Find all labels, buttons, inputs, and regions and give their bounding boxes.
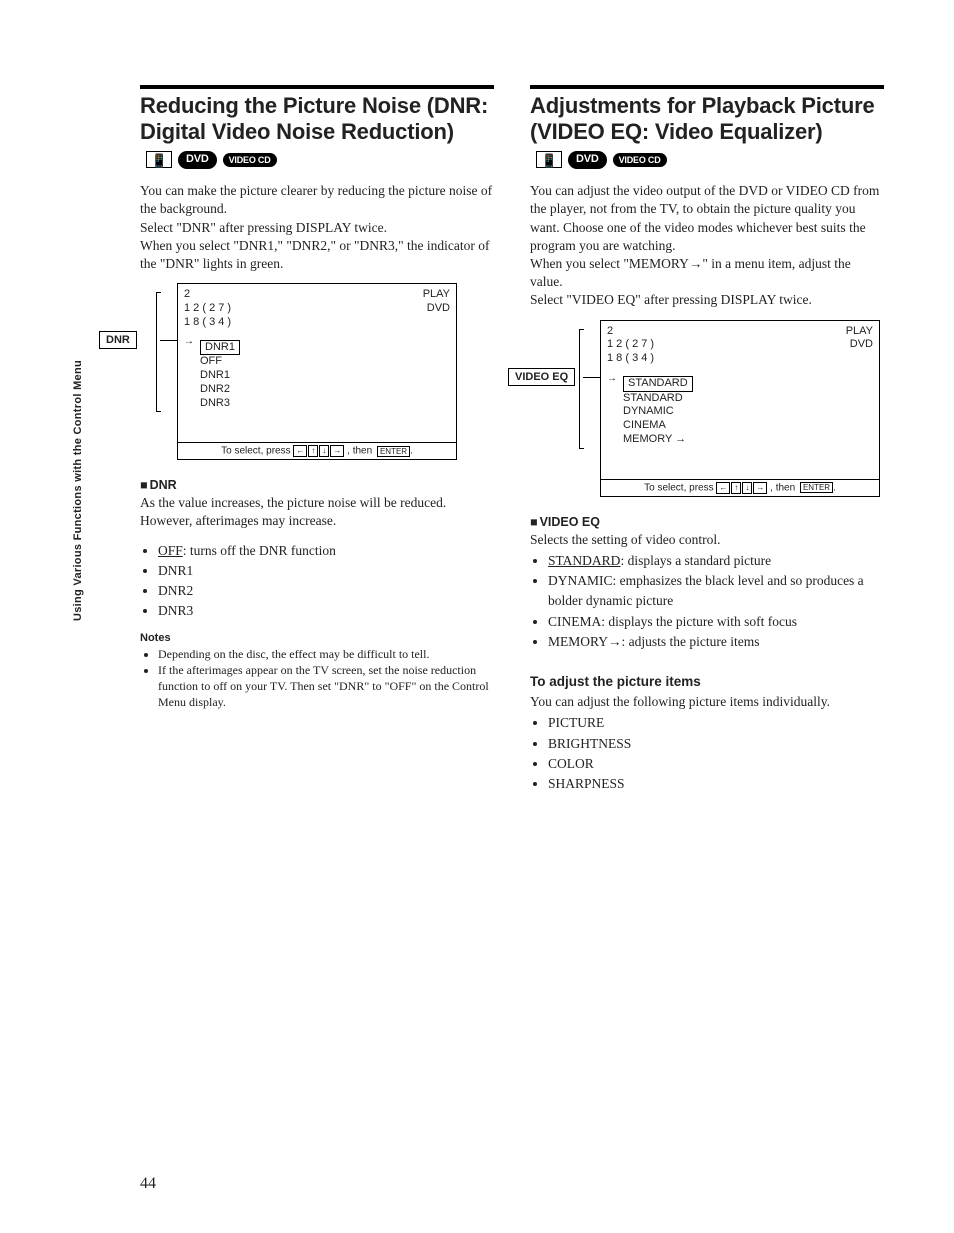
osd-counters: 2 1 2 ( 2 7 ) 1 8 ( 3 4 ) (184, 288, 231, 329)
note-item: Depending on the disc, the effect may be… (158, 646, 494, 662)
title-text: Adjustments for Playback Picture (VIDEO … (530, 93, 874, 144)
osd-footer-post: , then (347, 446, 375, 457)
osd-footer-pre: To select, press (644, 482, 716, 493)
section-rule (530, 85, 884, 89)
list-item: SHARPNESS (548, 774, 884, 794)
remote-icon: 📱 (536, 151, 562, 168)
media-badges: 📱 DVD VIDEO CD (536, 151, 667, 168)
section-rule (140, 85, 494, 89)
right-column: Adjustments for Playback Picture (VIDEO … (530, 85, 884, 804)
left-column: Reducing the Picture Noise (DNR: Digital… (140, 85, 494, 804)
notes-list: Depending on the disc, the effect may be… (140, 646, 494, 711)
content-columns: Reducing the Picture Noise (DNR: Digital… (140, 85, 884, 804)
osd-item: OFF (200, 355, 450, 369)
vcd-badge: VIDEO CD (613, 153, 667, 168)
osd-item: DNR2 (200, 383, 450, 397)
side-tab-label: Using Various Functions with the Control… (72, 360, 84, 621)
videoeq-intro: You can adjust the video output of the D… (530, 182, 884, 310)
list-item: PICTURE (548, 713, 884, 733)
osd-item: STANDARD (623, 376, 693, 392)
osd-footer: To select, press ←↑↓→ , then ENTER. (177, 443, 457, 460)
enter-key-icon: ENTER (800, 482, 833, 493)
osd-footer: To select, press ←↑↓→ , then ENTER. (600, 480, 880, 497)
osd-item: DYNAMIC (623, 405, 873, 419)
adjust-item-list: PICTURE BRIGHTNESS COLOR SHARPNESS (530, 713, 884, 794)
list-item: STANDARD: displays a standard picture (548, 551, 884, 571)
vcd-badge: VIDEO CD (223, 153, 277, 168)
osd-footer-post: , then (770, 482, 798, 493)
videoeq-subhead: VIDEO EQ (530, 515, 884, 529)
list-item: OFF: turns off the DNR function (158, 541, 494, 561)
list-item: DNR2 (158, 581, 494, 601)
dnr-sub-desc: As the value increases, the picture nois… (140, 494, 494, 530)
adjust-desc: You can adjust the following picture ite… (530, 693, 884, 711)
section-title-dnr: Reducing the Picture Noise (DNR: Digital… (140, 93, 494, 172)
osd-play: PLAY (423, 288, 450, 302)
videoeq-sub-desc: Selects the setting of video control. (530, 531, 884, 549)
list-item: DNR3 (158, 601, 494, 621)
list-item: COLOR (548, 754, 884, 774)
osd-item: MEMORY → (623, 433, 873, 447)
title-text: Reducing the Picture Noise (DNR: Digital… (140, 93, 488, 144)
dvd-badge: DVD (178, 151, 217, 168)
osd-item: CINEMA (623, 419, 873, 433)
remote-icon: 📱 (146, 151, 172, 168)
list-item: CINEMA: displays the picture with soft f… (548, 612, 884, 632)
arrow-keys-icon: ←↑↓→ (293, 445, 344, 457)
adjust-heading: To adjust the picture items (530, 674, 884, 689)
page-number: 44 (140, 1175, 156, 1193)
dnr-intro: You can make the picture clearer by redu… (140, 182, 494, 273)
dvd-badge: DVD (568, 151, 607, 168)
osd-status: PLAY DVD (423, 288, 450, 329)
videoeq-option-list: STANDARD: displays a standard picture DY… (530, 551, 884, 652)
osd-item: DNR3 (200, 397, 450, 411)
note-item: If the afterimages appear on the TV scre… (158, 662, 494, 711)
list-item: MEMORY→: adjusts the picture items (548, 632, 884, 652)
osd-play: PLAY (846, 325, 873, 339)
list-item: BRIGHTNESS (548, 734, 884, 754)
osd-item: STANDARD (623, 392, 873, 406)
osd-pointer-icon: → (184, 336, 194, 347)
manual-page: Using Various Functions with the Control… (0, 0, 954, 1233)
dnr-option-list: OFF: turns off the DNR function DNR1 DNR… (140, 541, 494, 622)
osd-status: PLAY DVD (846, 325, 873, 366)
osd-item: DNR1 (200, 340, 240, 356)
osd-pointer-icon: → (607, 373, 617, 384)
media-badges: 📱 DVD VIDEO CD (146, 151, 277, 168)
list-item: DNR1 (158, 561, 494, 581)
osd-side-label: DNR (99, 331, 137, 349)
osd-item-list: STANDARD STANDARD DYNAMIC CINEMA MEMORY … (607, 376, 873, 447)
osd-item-list: DNR1 OFF DNR1 DNR2 DNR3 (184, 340, 450, 411)
osd-footer-pre: To select, press (221, 446, 293, 457)
dnr-subhead: DNR (140, 478, 494, 492)
dnr-osd-diagram: DNR → 2 1 2 ( 2 7 ) 1 8 ( 3 4 ) PLAY DVD (177, 283, 457, 460)
notes-heading: Notes (140, 632, 494, 644)
arrow-keys-icon: ←↑↓→ (716, 482, 767, 494)
osd-side-label: VIDEO EQ (508, 368, 575, 386)
videoeq-osd-diagram: VIDEO EQ → 2 1 2 ( 2 7 ) 1 8 ( 3 4 ) PLA… (600, 320, 880, 497)
osd-media: DVD (846, 338, 873, 352)
enter-key-icon: ENTER (377, 446, 410, 457)
section-title-videoeq: Adjustments for Playback Picture (VIDEO … (530, 93, 884, 172)
osd-media: DVD (423, 302, 450, 316)
osd-item: DNR1 (200, 369, 450, 383)
list-item: DYNAMIC: emphasizes the black level and … (548, 571, 884, 612)
osd-counters: 2 1 2 ( 2 7 ) 1 8 ( 3 4 ) (607, 325, 654, 366)
